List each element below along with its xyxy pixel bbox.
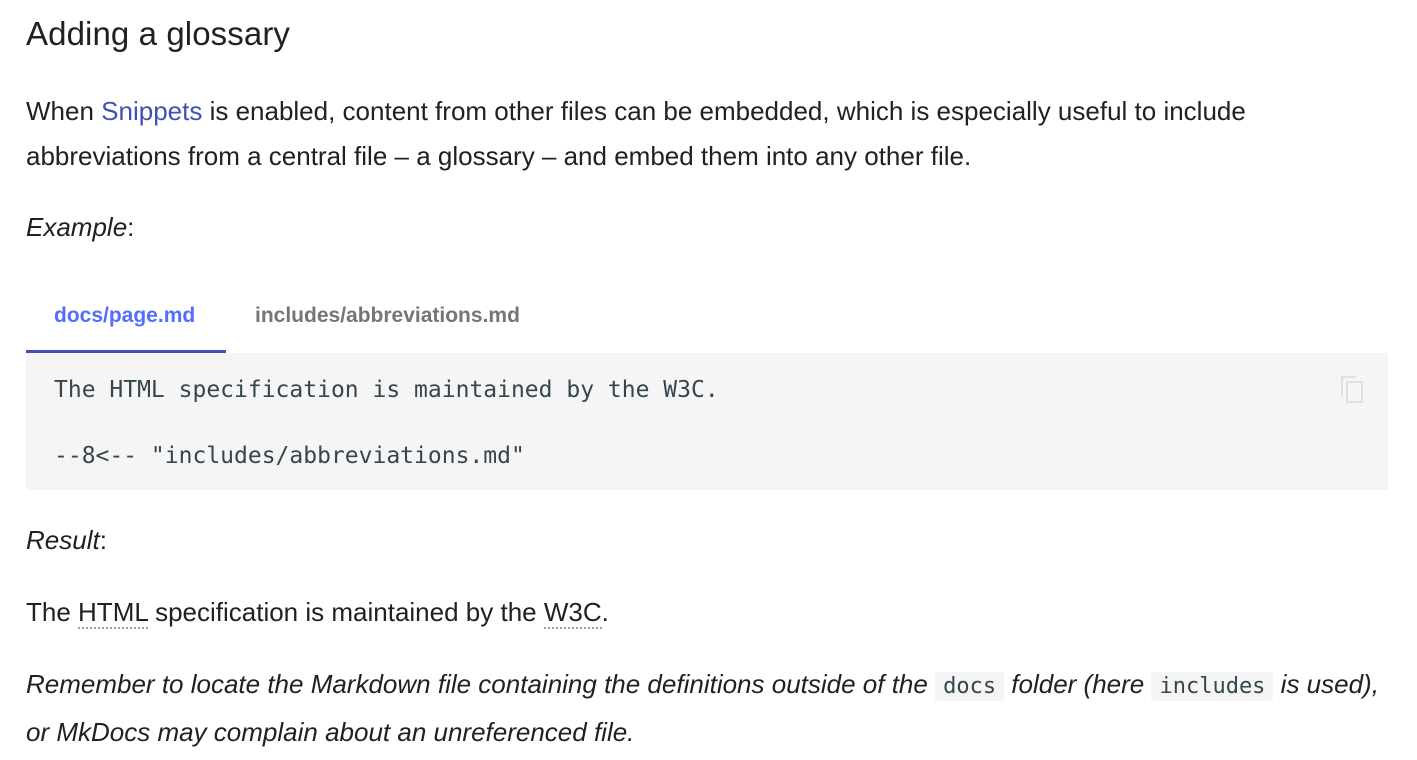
code-line: The HTML specification is maintained by … — [54, 377, 719, 403]
abbr-html[interactable]: HTML — [78, 597, 148, 629]
code-tabs: docs/page.md includes/abbreviations.md — [26, 282, 1388, 353]
note-paragraph: Remember to locate the Markdown file con… — [26, 662, 1388, 754]
intro-text-rest: is enabled, content from other files can… — [26, 96, 1246, 171]
inline-code-includes: includes — [1151, 672, 1274, 701]
note-text: Remember to locate the Markdown file con… — [26, 669, 936, 699]
example-label: Example: — [26, 205, 134, 250]
abbr-w3c[interactable]: W3C — [543, 597, 602, 629]
result-label: Result: — [26, 518, 107, 563]
result-text: The — [26, 597, 79, 627]
snippets-link[interactable]: Snippets — [101, 96, 202, 126]
copy-icon — [1341, 376, 1363, 403]
result-text: . — [601, 597, 609, 627]
intro-text-start: When — [26, 96, 102, 126]
tab-includes-abbreviations[interactable]: includes/abbreviations.md — [255, 282, 520, 350]
example-label-colon: : — [127, 212, 135, 242]
code-block: The HTML specification is maintained by … — [26, 353, 1388, 490]
code-line: --8<-- "includes/abbreviations.md" — [54, 443, 525, 469]
example-label-text: Example — [26, 212, 128, 242]
intro-paragraph: When Snippets is enabled, content from o… — [26, 89, 1388, 178]
note-text: folder (here — [1004, 669, 1152, 699]
result-text: specification is maintained by the — [147, 597, 544, 627]
section-heading: Adding a glossary — [26, 15, 291, 52]
result-label-colon: : — [99, 525, 107, 555]
result-paragraph: The HTML specification is maintained by … — [26, 590, 609, 635]
tab-docs-page[interactable]: docs/page.md — [26, 282, 226, 353]
result-label-text: Result — [26, 525, 100, 555]
copy-button[interactable] — [1338, 373, 1366, 405]
inline-code-docs: docs — [935, 672, 1005, 701]
